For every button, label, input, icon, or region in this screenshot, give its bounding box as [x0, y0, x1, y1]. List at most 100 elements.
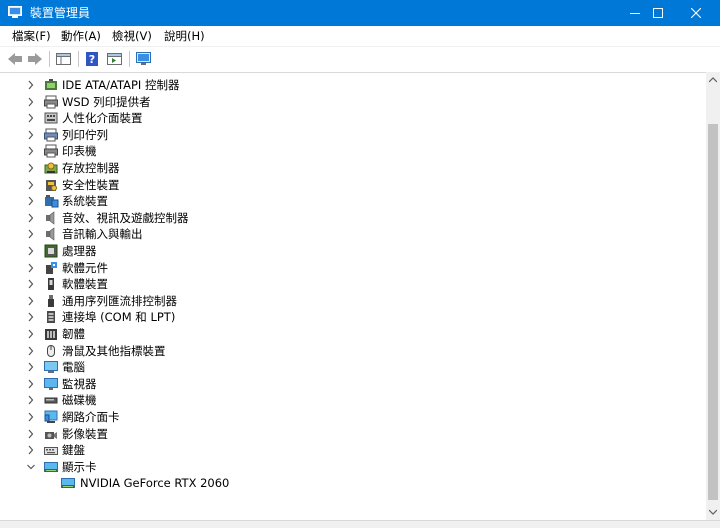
tree-item-category[interactable]: 電腦	[0, 359, 700, 375]
tree-item-category[interactable]: 系統裝置	[0, 193, 700, 209]
keyboard-icon	[43, 442, 59, 458]
expand-chevron-right-icon[interactable]	[27, 412, 35, 422]
keyboard-icon	[44, 447, 58, 456]
expand-chevron-right-icon[interactable]	[27, 113, 35, 123]
tree-item-label: 鍵盤	[62, 443, 85, 458]
tree-item-category[interactable]: 網路介面卡	[0, 409, 700, 425]
tree-item-category[interactable]: 列印佇列	[0, 127, 700, 143]
tree-item-category[interactable]: 影像裝置	[0, 426, 700, 442]
firmware-icon	[43, 326, 59, 342]
menu-action[interactable]: 動作(A)	[61, 29, 101, 43]
expand-chevron-right-icon[interactable]	[27, 445, 35, 455]
expand-chevron-right-icon[interactable]	[27, 196, 35, 206]
tree-item-label: 連接埠 (COM 和 LPT)	[62, 310, 176, 325]
tree-item-label: 顯示卡	[62, 459, 97, 474]
expand-chevron-right-icon[interactable]	[27, 429, 35, 439]
camera-icon	[43, 426, 59, 442]
tree-item-category[interactable]: 軟體裝置	[0, 276, 700, 292]
expand-chevron-right-icon[interactable]	[27, 146, 35, 156]
tree-item-category[interactable]: 通用序列匯流排控制器	[0, 293, 700, 309]
security-device-icon	[43, 177, 59, 193]
menu-help[interactable]: 說明(H)	[164, 29, 205, 43]
scroll-up-button[interactable]	[706, 72, 720, 88]
port-icon	[43, 309, 59, 325]
window-title: 裝置管理員	[30, 6, 91, 20]
expand-chevron-right-icon[interactable]	[27, 163, 35, 173]
tree-item-category[interactable]: 人性化介面裝置	[0, 110, 700, 126]
storage-controller-icon	[44, 162, 58, 174]
tree-item-category[interactable]: 韌體	[0, 326, 700, 342]
expand-chevron-right-icon[interactable]	[27, 362, 35, 372]
show-hide-console-tree-button[interactable]	[55, 51, 73, 67]
vertical-scrollbar[interactable]	[706, 72, 720, 520]
usb-icon	[48, 294, 54, 307]
tree-item-device[interactable]: NVIDIA GeForce RTX 2060	[0, 475, 700, 491]
tree-item-category[interactable]: 音效、視訊及遊戲控制器	[0, 210, 700, 226]
expand-chevron-right-icon[interactable]	[27, 346, 35, 356]
tree-item-category[interactable]: 鍵盤	[0, 442, 700, 458]
computer-icon	[44, 361, 58, 374]
tree-item-category[interactable]: 滑鼠及其他指標裝置	[0, 343, 700, 359]
speaker-icon	[46, 227, 55, 241]
expand-chevron-down-icon[interactable]	[27, 462, 35, 472]
tree-item-category[interactable]: 顯示卡	[0, 459, 700, 475]
close-icon	[691, 8, 701, 18]
system-device-icon	[43, 193, 59, 209]
expand-chevron-right-icon[interactable]	[27, 379, 35, 389]
tree-item-category[interactable]: 監視器	[0, 376, 700, 392]
tree-item-label: 磁碟機	[62, 393, 97, 408]
expand-chevron-right-icon[interactable]	[27, 130, 35, 140]
expand-chevron-right-icon[interactable]	[27, 246, 35, 256]
display-adapter-icon	[44, 461, 58, 472]
menu-file[interactable]: 檔案(F)	[12, 29, 51, 43]
tree-item-category[interactable]: 音訊輸入與輸出	[0, 226, 700, 242]
action-pane-button[interactable]	[106, 51, 124, 67]
scroll-down-button[interactable]	[706, 504, 720, 520]
tree-item-category[interactable]: 存放控制器	[0, 160, 700, 176]
menu-bar: 檔案(F) 動作(A) 檢視(V) 說明(H)	[0, 26, 720, 47]
tree-item-category[interactable]: 軟體元件	[0, 260, 700, 276]
expand-chevron-right-icon[interactable]	[27, 395, 35, 405]
tree-item-label: 滑鼠及其他指標裝置	[62, 343, 166, 358]
scan-hardware-button[interactable]	[135, 51, 153, 67]
tree-item-category[interactable]: 印表機	[0, 143, 700, 159]
tree-item-label: 印表機	[62, 144, 97, 159]
tree-item-category[interactable]: WSD 列印提供者	[0, 94, 700, 110]
expand-chevron-right-icon[interactable]	[27, 213, 35, 223]
hid-icon	[44, 112, 58, 124]
expand-chevron-right-icon[interactable]	[27, 229, 35, 239]
expand-chevron-right-icon[interactable]	[27, 180, 35, 190]
tree-item-category[interactable]: 處理器	[0, 243, 700, 259]
tree-item-category[interactable]: 連接埠 (COM 和 LPT)	[0, 309, 700, 325]
svg-text:?: ?	[89, 53, 95, 66]
forward-arrow-icon	[28, 53, 42, 65]
tree-item-label: WSD 列印提供者	[62, 94, 151, 109]
forward-button[interactable]	[26, 51, 44, 67]
close-button[interactable]	[679, 0, 713, 26]
scrollbar-thumb[interactable]	[708, 124, 718, 500]
title-bar[interactable]: 裝置管理員	[0, 0, 720, 26]
display-adapter-icon	[43, 459, 59, 475]
print-queue-icon	[44, 128, 58, 142]
print-queue-icon	[43, 127, 59, 143]
device-tree[interactable]: IDE ATA/ATAPI 控制器 WSD 列印提供者 人性化介面裝置 列印佇列 印表機…	[0, 72, 706, 521]
tree-item-category[interactable]: IDE ATA/ATAPI 控制器	[0, 77, 700, 93]
expand-chevron-right-icon[interactable]	[27, 279, 35, 289]
help-icon: ?	[86, 52, 98, 66]
usb-icon	[43, 293, 59, 309]
tree-item-category[interactable]: 安全性裝置	[0, 177, 700, 193]
expand-chevron-right-icon[interactable]	[27, 80, 35, 90]
maximize-button[interactable]	[641, 0, 675, 26]
expand-chevron-right-icon[interactable]	[27, 296, 35, 306]
expand-chevron-right-icon[interactable]	[27, 329, 35, 339]
back-button[interactable]	[6, 51, 24, 67]
tree-item-label: IDE ATA/ATAPI 控制器	[62, 78, 180, 92]
tree-item-label: 安全性裝置	[62, 177, 120, 192]
tree-item-category[interactable]: 磁碟機	[0, 392, 700, 408]
menu-view[interactable]: 檢視(V)	[112, 29, 152, 43]
processor-icon	[43, 243, 59, 259]
expand-chevron-right-icon[interactable]	[27, 97, 35, 107]
help-button[interactable]: ?	[84, 51, 102, 67]
expand-chevron-right-icon[interactable]	[27, 263, 35, 273]
expand-chevron-right-icon[interactable]	[27, 312, 35, 322]
